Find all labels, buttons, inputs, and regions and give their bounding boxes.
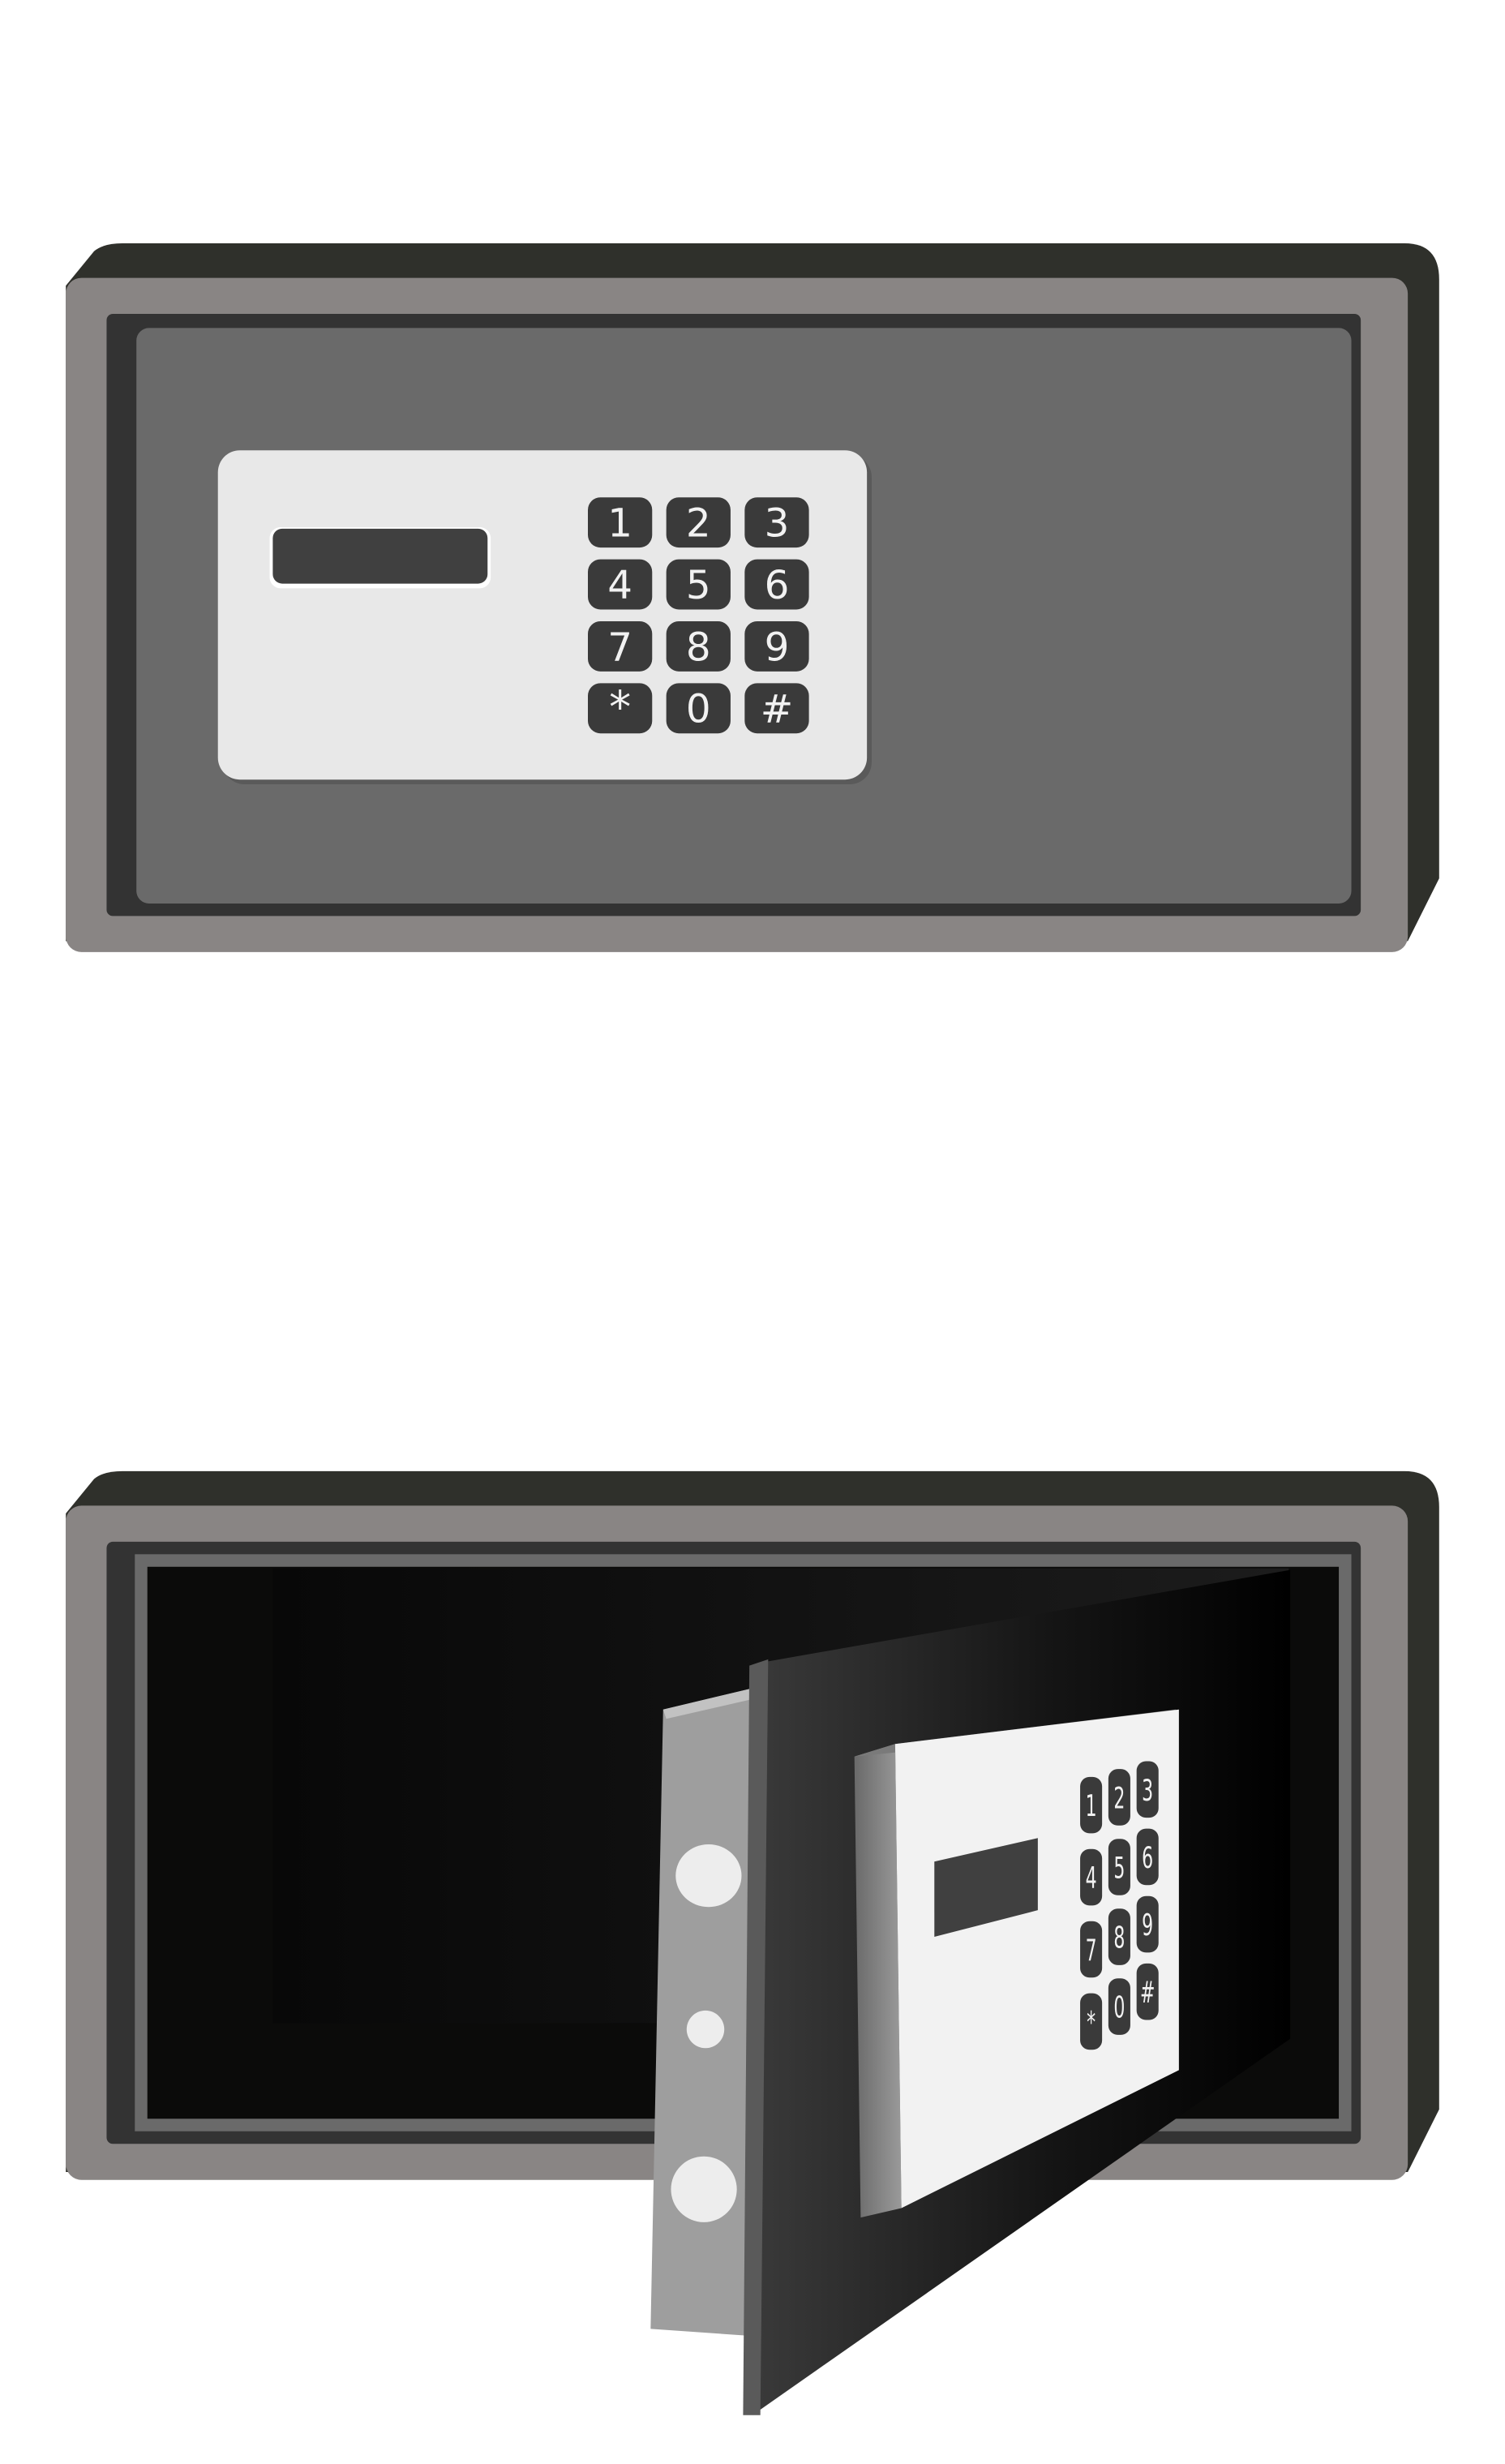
key-label: #	[1140, 1976, 1155, 2010]
key-label: 5	[1113, 1852, 1125, 1886]
key-label: 9	[1142, 1908, 1153, 1942]
hinge-pin-top	[675, 1844, 742, 1908]
open-safe: 1 2 3 4 5 6 7 8 9 * 0 #	[66, 1470, 1439, 2415]
key-label: 7	[1086, 1934, 1097, 1968]
key-label: 2	[686, 501, 711, 547]
closed-safe-key-2[interactable]: 2	[666, 497, 731, 548]
open-safe-key-6[interactable]: 6	[1136, 1828, 1159, 1886]
key-label: 3	[1142, 1774, 1153, 1808]
closed-safe-key-hash[interactable]: #	[744, 683, 809, 734]
key-label: 6	[765, 563, 790, 608]
closed-safe-key-star[interactable]: *	[588, 682, 653, 734]
safe-illustration: 123456789*0# 123456789*0	[66, 243, 1439, 2415]
closed-safe: 1 2 3 4 5 6 7 8 9 * 0 #	[66, 243, 1439, 952]
open-safe-key-7[interactable]: 7	[1080, 1921, 1103, 1978]
open-safe-key-hash[interactable]: #	[1136, 1963, 1159, 2020]
closed-safe-key-0[interactable]: 0	[666, 683, 731, 734]
key-label: 0	[686, 687, 711, 732]
key-label: 0	[1113, 1991, 1125, 2025]
open-safe-key-4[interactable]: 4	[1080, 1848, 1103, 1906]
key-label: 1	[607, 501, 632, 547]
key-label: 6	[1142, 1841, 1153, 1875]
closed-safe-keypad-panel: 1 2 3 4 5 6 7 8 9 * 0 #	[217, 450, 872, 785]
key-label: 5	[686, 563, 711, 608]
closed-safe-key-5[interactable]: 5	[666, 559, 731, 610]
key-label: #	[761, 687, 794, 732]
key-label: 4	[607, 563, 632, 608]
key-label: 2	[1113, 1782, 1125, 1816]
key-label: *	[1087, 2006, 1096, 2040]
key-label: 3	[765, 501, 790, 547]
closed-safe-key-8[interactable]: 8	[666, 620, 731, 672]
key-label: 1	[1086, 1789, 1097, 1823]
key-label: 4	[1086, 1861, 1097, 1895]
key-label: 8	[686, 625, 711, 670]
open-safe-key-0[interactable]: 0	[1108, 1978, 1130, 2035]
closed-safe-key-4[interactable]: 4	[588, 559, 653, 610]
closed-safe-key-3[interactable]: 3	[744, 497, 809, 548]
open-safe-key-2[interactable]: 2	[1108, 1769, 1130, 1826]
key-label: 8	[1113, 1921, 1125, 1955]
open-safe-key-3[interactable]: 3	[1136, 1761, 1159, 1818]
key-label: *	[609, 682, 631, 733]
hinge-pin-bottom	[671, 2156, 737, 2222]
open-safe-key-5[interactable]: 5	[1108, 1839, 1130, 1895]
open-safe-key-star[interactable]: *	[1080, 1993, 1103, 2050]
open-safe-key-8[interactable]: 8	[1108, 1908, 1130, 1965]
closed-safe-key-9[interactable]: 9	[744, 620, 809, 672]
key-label: 9	[765, 625, 790, 670]
key-label: 7	[607, 625, 632, 670]
open-safe-key-9[interactable]: 9	[1136, 1895, 1159, 1953]
open-safe-key-1[interactable]: 1	[1080, 1776, 1103, 1834]
closed-safe-key-1[interactable]: 1	[588, 497, 653, 548]
hinge-pin-middle	[686, 2010, 725, 2049]
closed-safe-key-6[interactable]: 6	[744, 559, 809, 610]
closed-safe-key-7[interactable]: 7	[588, 620, 653, 672]
